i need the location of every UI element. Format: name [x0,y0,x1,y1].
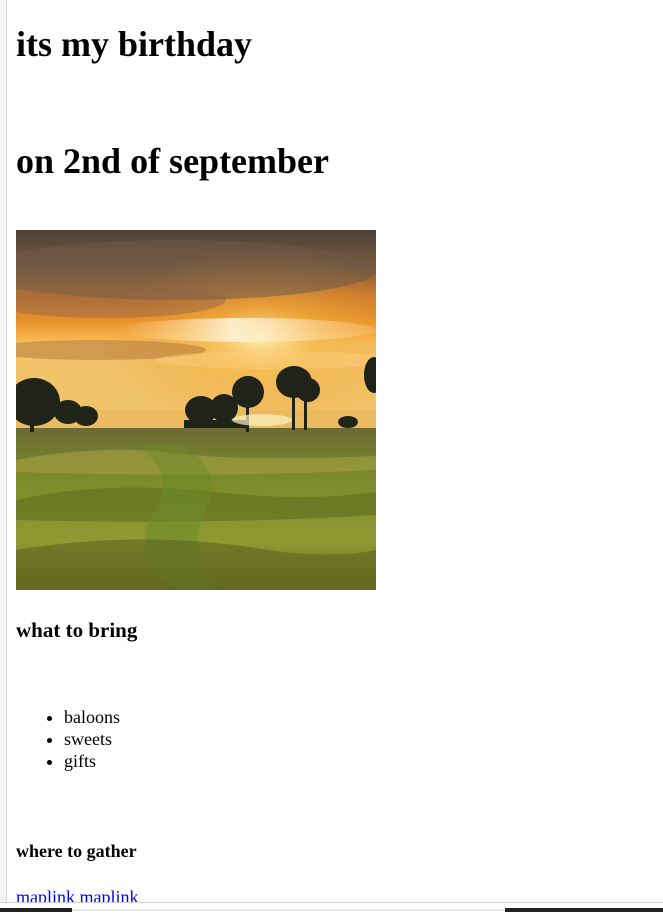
window-left-edge [0,0,7,903]
page-title: its my birthday [16,24,253,64]
list-item: gifts [64,750,120,772]
list-item: baloons [64,706,120,728]
page-subtitle: on 2nd of september [16,141,329,181]
scrollbar-track-left [0,908,72,912]
scrollbar-track-right [505,908,663,912]
sunset-field-photo [16,230,376,590]
bring-list: baloons sweets gifts [16,706,120,772]
list-item: sweets [64,728,120,750]
where-to-gather-heading: where to gather [16,841,137,861]
horizontal-scrollbar[interactable] [0,902,663,913]
sunset-field-image [16,230,376,590]
scrollbar-track [72,909,505,911]
what-to-bring-heading: what to bring [16,618,138,642]
